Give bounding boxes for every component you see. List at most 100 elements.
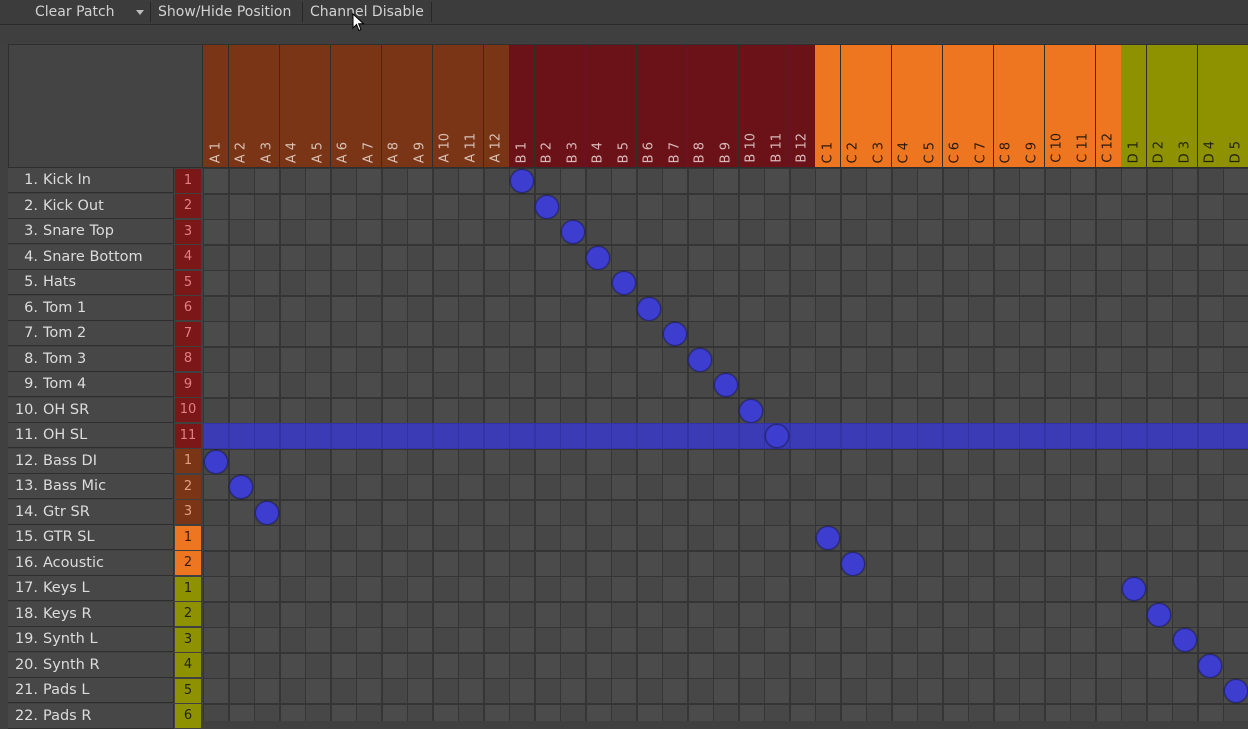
patch-cell[interactable] bbox=[917, 372, 943, 398]
column-header[interactable]: B 7 bbox=[662, 44, 688, 168]
patch-cell[interactable] bbox=[687, 295, 714, 322]
patch-cell[interactable] bbox=[483, 576, 510, 602]
patch-cell[interactable] bbox=[432, 397, 459, 424]
patch-cell[interactable] bbox=[891, 244, 918, 271]
patch-cell[interactable] bbox=[993, 168, 1020, 194]
patch-cell[interactable] bbox=[687, 372, 714, 398]
patch-cell[interactable] bbox=[1070, 423, 1096, 449]
patch-cell[interactable] bbox=[432, 576, 459, 602]
patch-cell[interactable] bbox=[381, 525, 408, 551]
patch-cell[interactable] bbox=[917, 499, 943, 526]
patch-cell[interactable] bbox=[432, 346, 459, 373]
patch-cell[interactable] bbox=[279, 703, 306, 721]
patch-cell[interactable] bbox=[636, 168, 663, 194]
patch-cell[interactable] bbox=[1146, 525, 1173, 551]
patch-cell[interactable] bbox=[228, 627, 255, 653]
patch-cell[interactable] bbox=[560, 703, 586, 721]
patch-cell[interactable] bbox=[356, 601, 382, 628]
patch-cell[interactable] bbox=[1070, 525, 1096, 551]
patch-cell[interactable] bbox=[738, 372, 765, 398]
patch-cell[interactable] bbox=[738, 474, 765, 500]
patch-cell[interactable] bbox=[560, 270, 586, 296]
patch-cell[interactable] bbox=[254, 270, 280, 296]
patch-cell[interactable] bbox=[636, 346, 663, 373]
patch-cell[interactable] bbox=[356, 270, 382, 296]
column-header[interactable]: C 11 bbox=[1070, 44, 1096, 168]
patch-cell[interactable] bbox=[687, 448, 714, 475]
patch-cell[interactable] bbox=[305, 474, 331, 500]
patch-cell[interactable] bbox=[407, 448, 433, 475]
patch-cell[interactable] bbox=[713, 168, 739, 194]
patch-cell[interactable] bbox=[1223, 372, 1248, 398]
patch-cell[interactable] bbox=[254, 601, 280, 628]
patch-cell[interactable] bbox=[407, 244, 433, 271]
patch-cell[interactable] bbox=[764, 474, 790, 500]
patch-cell[interactable] bbox=[203, 372, 229, 398]
channel-row[interactable]: 21. Pads L bbox=[8, 678, 174, 703]
patch-cell[interactable] bbox=[1223, 627, 1248, 653]
patch-cell[interactable] bbox=[1197, 423, 1224, 449]
patch-cell[interactable] bbox=[738, 219, 765, 245]
patch-cell[interactable] bbox=[432, 321, 459, 347]
patch-cell[interactable] bbox=[228, 423, 255, 449]
patch-cell[interactable] bbox=[534, 321, 561, 347]
patch-cell[interactable] bbox=[407, 499, 433, 526]
patch-cell[interactable] bbox=[611, 168, 637, 194]
column-header[interactable]: A 6 bbox=[330, 44, 357, 168]
patch-cell[interactable] bbox=[407, 627, 433, 653]
patch-cell[interactable] bbox=[483, 448, 510, 475]
patch-cell[interactable] bbox=[1019, 627, 1045, 653]
patch-cell[interactable] bbox=[1121, 193, 1147, 220]
patch-cell[interactable] bbox=[1019, 346, 1045, 373]
patch-cell[interactable] bbox=[585, 652, 612, 679]
channel-row[interactable]: 5. Hats bbox=[8, 270, 174, 295]
patch-cell[interactable] bbox=[764, 703, 790, 721]
patch-cell[interactable] bbox=[917, 295, 943, 322]
patch-cell[interactable] bbox=[203, 321, 229, 347]
patch-cell[interactable] bbox=[1019, 270, 1045, 296]
patch-cell[interactable] bbox=[1223, 270, 1248, 296]
patch-cell[interactable] bbox=[687, 525, 714, 551]
patch-cell[interactable] bbox=[789, 397, 816, 424]
patch-cell[interactable] bbox=[432, 474, 459, 500]
patch-cell[interactable] bbox=[840, 397, 867, 424]
patch-cell[interactable] bbox=[815, 193, 841, 220]
patch-cell[interactable] bbox=[1070, 576, 1096, 602]
column-header[interactable]: B 9 bbox=[713, 44, 739, 168]
patch-cell[interactable] bbox=[534, 346, 561, 373]
patch-cell[interactable] bbox=[1095, 321, 1122, 347]
patch-cell[interactable] bbox=[738, 168, 765, 194]
patch-cell[interactable] bbox=[866, 499, 892, 526]
patch-cell[interactable] bbox=[534, 627, 561, 653]
patch-cell[interactable] bbox=[203, 678, 229, 704]
patch-cell[interactable] bbox=[305, 270, 331, 296]
patch-cell[interactable] bbox=[305, 168, 331, 194]
patch-cell[interactable] bbox=[1197, 448, 1224, 475]
patch-cell[interactable] bbox=[1146, 193, 1173, 220]
patch-cell[interactable] bbox=[815, 703, 841, 721]
patch-cell[interactable] bbox=[381, 168, 408, 194]
patch-cell[interactable] bbox=[1172, 448, 1198, 475]
patch-cell[interactable] bbox=[789, 346, 816, 373]
patch-cell[interactable] bbox=[330, 576, 357, 602]
patch-cell[interactable] bbox=[993, 601, 1020, 628]
patch-cell[interactable] bbox=[534, 397, 561, 424]
patch-cell[interactable] bbox=[254, 448, 280, 475]
patch-cell[interactable] bbox=[662, 678, 688, 704]
patch-cell[interactable] bbox=[815, 550, 841, 577]
patch-cell[interactable] bbox=[228, 346, 255, 373]
patch-cell[interactable] bbox=[483, 397, 510, 424]
patch-cell[interactable] bbox=[636, 703, 663, 721]
patch-cell[interactable] bbox=[662, 397, 688, 424]
patch-cell[interactable] bbox=[1121, 270, 1147, 296]
patch-cell[interactable] bbox=[228, 168, 255, 194]
patch-cell[interactable] bbox=[381, 601, 408, 628]
patch-cell[interactable] bbox=[687, 678, 714, 704]
patch-cell[interactable] bbox=[611, 627, 637, 653]
patch-cell[interactable] bbox=[330, 321, 357, 347]
patch-cell[interactable] bbox=[509, 321, 535, 347]
patch-cell[interactable] bbox=[1070, 499, 1096, 526]
column-header[interactable]: A 12 bbox=[483, 44, 510, 168]
patch-cell[interactable] bbox=[203, 601, 229, 628]
patch-cell[interactable] bbox=[662, 219, 688, 245]
